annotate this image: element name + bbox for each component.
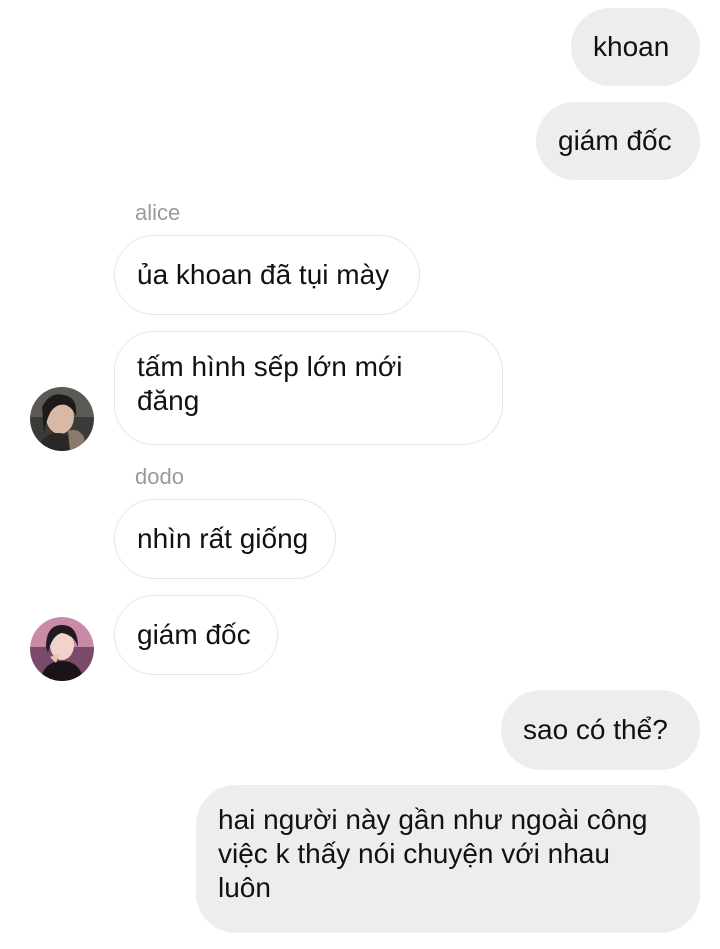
message-bubble-outgoing[interactable]: sao có thể? [501,690,700,770]
sender-name: dodo [135,464,184,489]
avatar-image [30,387,94,451]
message-bubble-incoming[interactable]: giám đốc [114,595,278,675]
sender-name: alice [135,200,181,225]
message-bubble-incoming[interactable]: nhìn rất giống [114,499,336,579]
avatar-image [30,617,94,681]
message-text-line: tấm hình sếp lớn mới [137,351,403,382]
message-text: giám đốc [137,619,251,650]
message-text: sao có thể? [523,714,668,745]
message-bubble-outgoing[interactable]: hai người này gần như ngoài công việc k … [196,785,700,933]
message-text-line: đăng [137,385,200,416]
message-text: giám đốc [558,125,672,156]
message-bubble-outgoing[interactable]: khoan [571,8,700,86]
message-bubble-incoming[interactable]: tấm hình sếp lớn mới đăng [114,331,503,445]
message-bubble-outgoing[interactable]: giám đốc [536,102,700,180]
avatar-alice[interactable] [30,387,94,451]
message-text: nhìn rất giống [137,523,309,554]
message-text-line: hai người này gần như ngoài công [218,804,648,835]
message-text: khoan [593,31,670,62]
message-text-line: luôn [218,872,271,903]
message-text-line: việc k thấy nói chuyện với nhau [218,838,610,869]
chat-thread: khoan giám đốc alice ủa khoan đã tụi mày… [0,0,720,949]
avatar-dodo[interactable] [30,617,94,681]
message-text: ủa khoan đã tụi mày [137,259,390,290]
message-bubble-incoming[interactable]: ủa khoan đã tụi mày [114,235,420,315]
